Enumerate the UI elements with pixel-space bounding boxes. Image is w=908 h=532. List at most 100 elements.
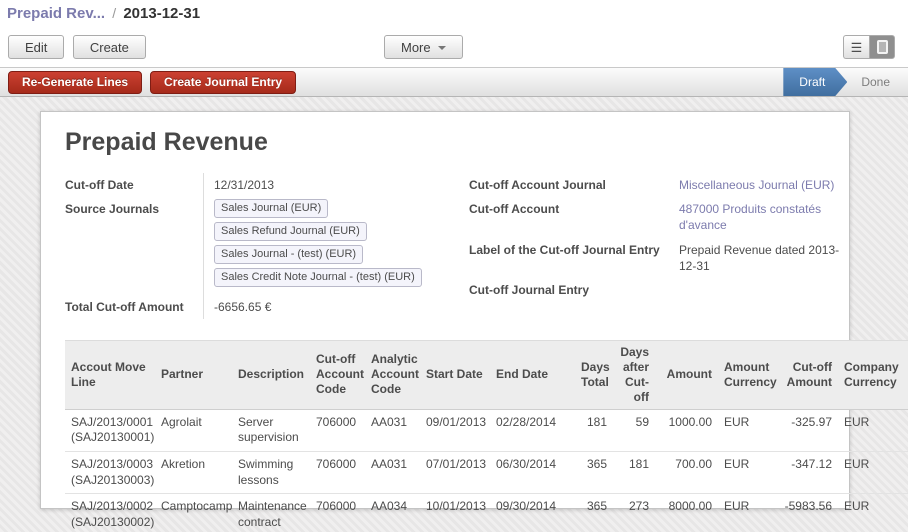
- cutoff-journal-entry-label: Cut-off Journal Entry: [469, 278, 669, 302]
- column-header[interactable]: Accout Move Line: [65, 340, 155, 409]
- column-header[interactable]: Company Currency: [838, 340, 908, 409]
- cutoff-lines-table: Accout Move Line Partner Description Cut…: [65, 340, 908, 532]
- table-cell: AA031: [365, 409, 420, 451]
- table-cell: 1000.00: [655, 409, 718, 451]
- create-button[interactable]: Create: [73, 35, 146, 59]
- content-area: Prepaid Revenue Cut-off Date 12/31/2013 …: [0, 97, 908, 532]
- table-cell: EUR: [838, 451, 908, 493]
- field-group-right: Cut-off Account Journal Miscellaneous Jo…: [469, 173, 849, 319]
- table-cell: Server supervision: [232, 409, 310, 451]
- table-cell: 02/28/2014: [490, 409, 575, 451]
- list-view-button[interactable]: ☰: [843, 35, 869, 59]
- status-draft: Draft: [783, 68, 847, 96]
- view-switcher: ☰: [843, 35, 895, 59]
- page-title: Prepaid Revenue: [65, 128, 849, 157]
- table-cell: Akretion: [155, 451, 232, 493]
- cutoff-date-label: Cut-off Date: [65, 173, 203, 197]
- column-header[interactable]: Start Date: [420, 340, 490, 409]
- table-cell: 07/01/2013: [420, 451, 490, 493]
- table-cell: -5983.56: [778, 494, 838, 532]
- edit-button[interactable]: Edit: [8, 35, 64, 59]
- table-cell: EUR: [718, 451, 778, 493]
- table-cell: SAJ/2013/0002 (SAJ20130002): [65, 494, 155, 532]
- header: Prepaid Rev... / 2013-12-31 Edit Create …: [0, 0, 908, 67]
- chevron-down-icon: [438, 46, 446, 50]
- table-cell: 181: [575, 409, 613, 451]
- status-widget: Draft Done: [783, 68, 908, 96]
- column-header[interactable]: End Date: [490, 340, 575, 409]
- table-cell: 365: [575, 451, 613, 493]
- table-cell: 181: [613, 451, 655, 493]
- table-cell: 706000: [310, 451, 365, 493]
- field-groups: Cut-off Date 12/31/2013 Source Journals …: [65, 173, 849, 319]
- table-cell: -325.97: [778, 409, 838, 451]
- table-cell: 273: [613, 494, 655, 532]
- cutoff-account-journal-link[interactable]: Miscellaneous Journal (EUR): [679, 178, 834, 192]
- journal-tag: Sales Journal - (test) (EUR): [214, 245, 363, 264]
- more-button[interactable]: More: [384, 35, 463, 59]
- table-cell: 8000.00: [655, 494, 718, 532]
- breadcrumb-parent-link[interactable]: Prepaid Rev...: [7, 5, 105, 22]
- cutoff-date-value: 12/31/2013: [203, 173, 455, 197]
- form-view-button[interactable]: [869, 35, 895, 59]
- breadcrumb: Prepaid Rev... / 2013-12-31: [0, 0, 908, 30]
- column-header[interactable]: Partner: [155, 340, 232, 409]
- table-cell: Agrolait: [155, 409, 232, 451]
- column-header[interactable]: Analytic Account Code: [365, 340, 420, 409]
- table-cell: 09/01/2013: [420, 409, 490, 451]
- column-header[interactable]: Amount Currency: [718, 340, 778, 409]
- table-row[interactable]: SAJ/2013/0002 (SAJ20130002) Camptocamp M…: [65, 494, 908, 532]
- table-cell: SAJ/2013/0003 (SAJ20130003): [65, 451, 155, 493]
- cutoff-account-journal-label: Cut-off Account Journal: [469, 173, 669, 197]
- table-cell: 59: [613, 409, 655, 451]
- table-cell: 700.00: [655, 451, 718, 493]
- column-header[interactable]: Cut-off Amount: [778, 340, 838, 409]
- form-icon: [877, 40, 888, 54]
- table-row[interactable]: SAJ/2013/0001 (SAJ20130001) Agrolait Ser…: [65, 409, 908, 451]
- journal-tag: Sales Journal (EUR): [214, 199, 328, 218]
- field-group-left: Cut-off Date 12/31/2013 Source Journals …: [65, 173, 455, 319]
- column-header[interactable]: Amount: [655, 340, 718, 409]
- column-header[interactable]: Days after Cut-off: [613, 340, 655, 409]
- table-cell: 06/30/2014: [490, 451, 575, 493]
- table-cell: 365: [575, 494, 613, 532]
- cutoff-account-value: 487000 Produits constatés d'avance: [669, 197, 849, 237]
- regenerate-lines-button[interactable]: Re-Generate Lines: [8, 71, 142, 94]
- breadcrumb-separator: /: [109, 5, 119, 21]
- breadcrumb-current: 2013-12-31: [123, 5, 200, 22]
- column-header[interactable]: Cut-off Account Code: [310, 340, 365, 409]
- create-journal-entry-button[interactable]: Create Journal Entry: [150, 71, 296, 94]
- table-cell: 706000: [310, 494, 365, 532]
- action-bar: Re-Generate Lines Create Journal Entry D…: [0, 67, 908, 97]
- column-header[interactable]: Description: [232, 340, 310, 409]
- table-cell: Swimming lessons: [232, 451, 310, 493]
- list-icon: ☰: [851, 41, 863, 54]
- form-sheet: Prepaid Revenue Cut-off Date 12/31/2013 …: [40, 111, 850, 509]
- journal-tag: Sales Refund Journal (EUR): [214, 222, 367, 241]
- cutoff-account-journal-value: Miscellaneous Journal (EUR): [669, 173, 849, 197]
- table-cell: AA034: [365, 494, 420, 532]
- more-button-label: More: [401, 40, 431, 55]
- table-cell: EUR: [718, 409, 778, 451]
- table-cell: EUR: [838, 494, 908, 532]
- table-cell: 10/01/2013: [420, 494, 490, 532]
- table-cell: 706000: [310, 409, 365, 451]
- table-cell: EUR: [838, 409, 908, 451]
- table-cell: Maintenance contract: [232, 494, 310, 532]
- table-cell: Camptocamp: [155, 494, 232, 532]
- status-done: Done: [847, 68, 908, 96]
- total-cutoff-amount-label: Total Cut-off Amount: [65, 295, 203, 319]
- table-cell: SAJ/2013/0001 (SAJ20130001): [65, 409, 155, 451]
- cutoff-account-link[interactable]: 487000 Produits constatés d'avance: [679, 202, 821, 232]
- table-cell: EUR: [718, 494, 778, 532]
- table-cell: AA031: [365, 451, 420, 493]
- table-cell: -347.12: [778, 451, 838, 493]
- column-header[interactable]: Days Total: [575, 340, 613, 409]
- cutoff-journal-entry-value: [669, 278, 849, 302]
- journal-tag: Sales Credit Note Journal - (test) (EUR): [214, 268, 422, 287]
- journal-entry-label-value: Prepaid Revenue dated 2013-12-31: [669, 238, 849, 278]
- table-row[interactable]: SAJ/2013/0003 (SAJ20130003) Akretion Swi…: [65, 451, 908, 493]
- toolbar: Edit Create More ☰: [0, 30, 908, 67]
- table-cell: 09/30/2014: [490, 494, 575, 532]
- source-journals-value: Sales Journal (EUR) Sales Refund Journal …: [203, 197, 455, 294]
